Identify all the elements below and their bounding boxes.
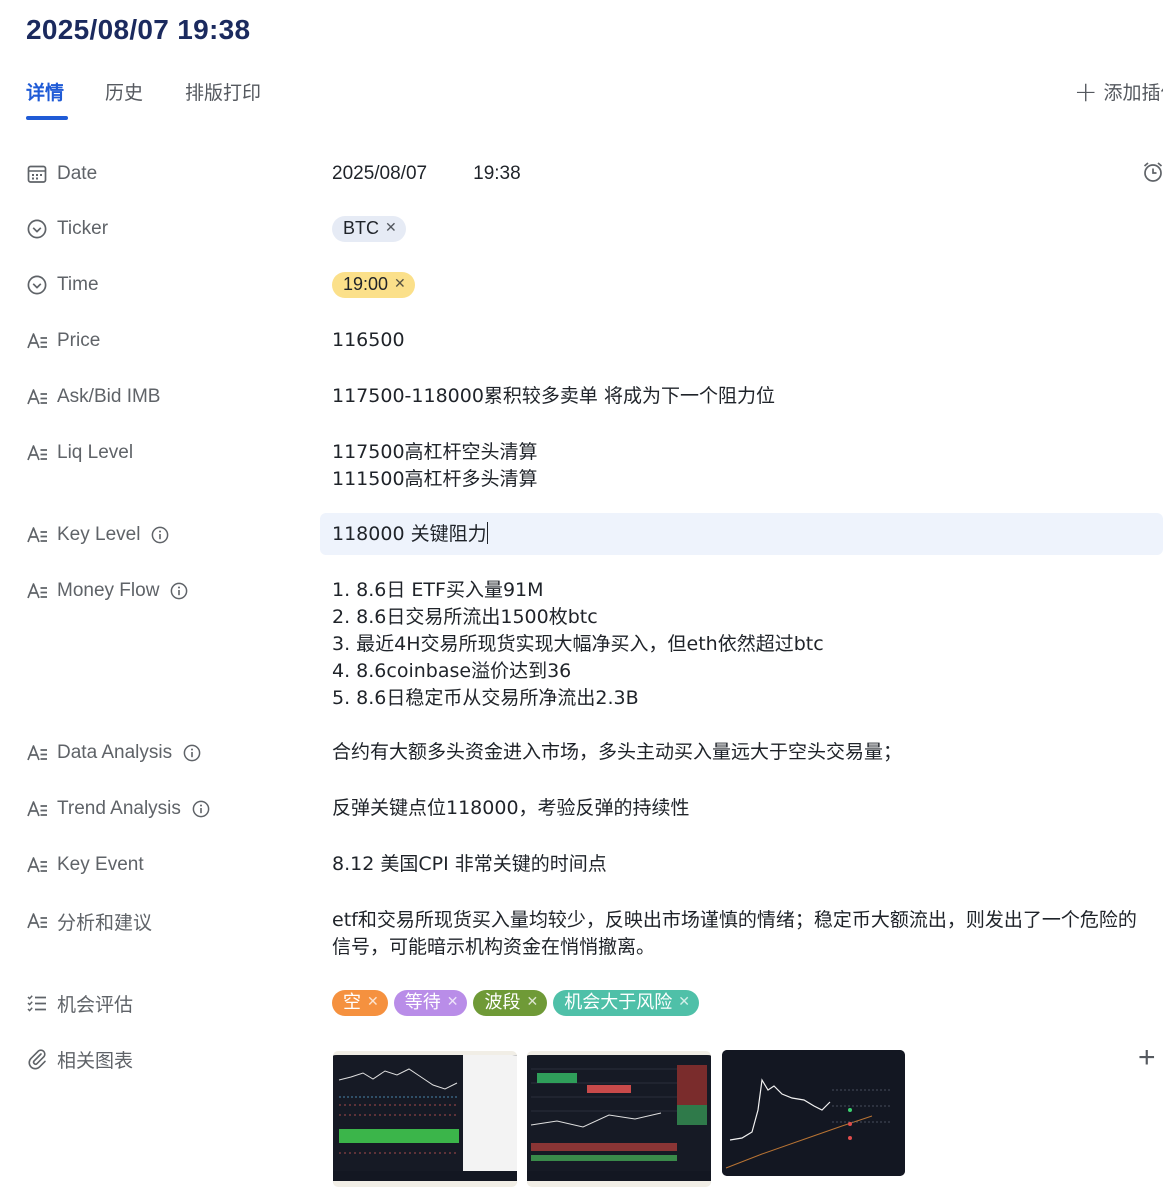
time-value[interactable]: 19:00 ✕ xyxy=(332,271,421,298)
field-label: Date xyxy=(57,163,98,184)
plus-icon: + xyxy=(1074,74,1098,108)
info-icon[interactable] xyxy=(192,800,210,818)
info-icon[interactable] xyxy=(183,744,201,762)
text-field-icon xyxy=(26,854,48,876)
remove-icon[interactable]: ✕ xyxy=(678,989,690,1016)
text-field-icon xyxy=(26,524,48,546)
date-value[interactable]: 2025/08/07 19:38 xyxy=(332,160,521,187)
add-plugin-button[interactable]: + 添加插件 xyxy=(1074,74,1163,108)
tab-print-layout[interactable]: 排版打印 xyxy=(185,78,261,105)
remove-icon[interactable]: ✕ xyxy=(447,989,459,1016)
remove-icon[interactable]: ✕ xyxy=(526,989,538,1016)
field-label: Ticker xyxy=(57,218,109,239)
tag-time[interactable]: 19:00 ✕ xyxy=(332,271,415,298)
field-label: Key Event xyxy=(57,854,144,875)
info-icon[interactable] xyxy=(170,582,188,600)
page-title: 2025/08/07 19:38 xyxy=(26,14,251,45)
trend-analysis-value[interactable]: 反弹关键点位118000，考验反弹的持续性 xyxy=(332,795,690,822)
add-plugin-label: 添加插件 xyxy=(1103,82,1163,104)
text-field-icon xyxy=(26,910,48,932)
remove-icon[interactable]: ✕ xyxy=(385,215,397,242)
chart-thumbnail-1[interactable] xyxy=(333,1051,517,1187)
key-event-value[interactable]: 8.12 美国CPI 非常关键的时间点 xyxy=(332,851,607,878)
price-value[interactable]: 116500 xyxy=(332,327,405,354)
list-item: 5. 8.6日稳定币从交易所净流出2.3B xyxy=(332,687,639,709)
field-label: 机会评估 xyxy=(57,993,134,1016)
liq-line: 117500高杠杆空头清算 xyxy=(332,441,538,463)
tag-text: 等待 xyxy=(404,992,441,1013)
tab-details[interactable]: 详情 xyxy=(26,78,69,120)
tab-history[interactable]: 历史 xyxy=(105,78,143,105)
advice-value[interactable]: etf和交易所现货买入量均较少，反映出市场谨慎的情绪；稳定币大额流出，则发出了一… xyxy=(332,907,1147,961)
list-item: 2. 8.6日交易所流出1500枚btc xyxy=(332,606,598,628)
key-level-input[interactable]: 118000 关键阻力 xyxy=(320,513,1163,555)
key-level-text: 118000 关键阻力 xyxy=(332,523,487,545)
field-label: Ask/Bid IMB xyxy=(57,386,161,407)
tag-text: BTC xyxy=(343,218,379,238)
field-label: 分析和建议 xyxy=(57,911,153,934)
field-label: Key Level xyxy=(57,524,141,545)
single-select-icon xyxy=(26,274,48,296)
data-analysis-value[interactable]: 合约有大额多头资金进入市场，多头主动买入量远大于空头交易量； xyxy=(332,739,902,766)
list-item: 4. 8.6coinbase溢价达到36 xyxy=(332,660,572,682)
text-field-icon xyxy=(26,798,48,820)
tag-text: 机会大于风险 xyxy=(564,992,673,1013)
tag-text: 空 xyxy=(343,992,361,1013)
info-icon[interactable] xyxy=(151,526,169,544)
calendar-icon xyxy=(27,165,47,183)
text-field-icon xyxy=(26,442,48,464)
field-label: Data Analysis xyxy=(57,742,173,763)
chart-thumbnail-2[interactable] xyxy=(527,1051,711,1187)
multi-select-icon xyxy=(27,995,46,1012)
alarm-clock-icon[interactable] xyxy=(1142,161,1163,183)
money-flow-value[interactable]: 1. 8.6日 ETF买入量91M 2. 8.6日交易所流出1500枚btc 3… xyxy=(332,577,824,712)
single-select-icon xyxy=(26,218,48,240)
paperclip-icon xyxy=(28,1049,46,1070)
chart-thumbnail-3[interactable] xyxy=(722,1050,905,1176)
tag-btc[interactable]: BTC ✕ xyxy=(332,215,406,242)
text-field-icon xyxy=(26,386,48,408)
tag-short[interactable]: 空 ✕ xyxy=(332,989,388,1016)
tag-text: 波段 xyxy=(484,992,521,1013)
date-text: 2025/08/07 xyxy=(332,163,428,184)
field-label: Trend Analysis xyxy=(57,798,181,819)
text-caret xyxy=(486,522,488,544)
tag-swing[interactable]: 波段 ✕ xyxy=(473,989,548,1016)
field-label: Liq Level xyxy=(57,442,134,463)
list-item: 1. 8.6日 ETF买入量91M xyxy=(332,579,544,601)
tag-opportunity[interactable]: 机会大于风险 ✕ xyxy=(553,989,699,1016)
list-item: 3. 最近4H交易所现货实现大幅净买入，但eth依然超过btc xyxy=(332,633,824,655)
ticker-value[interactable]: BTC ✕ xyxy=(332,215,412,242)
field-label: Price xyxy=(57,330,101,351)
text-field-icon xyxy=(26,330,48,352)
ask-bid-value[interactable]: 117500-118000累积较多卖单 将成为下一个阻力位 xyxy=(332,383,775,410)
opportunity-tags[interactable]: 空 ✕ 等待 ✕ 波段 ✕ 机会大于风险 ✕ xyxy=(332,989,705,1016)
remove-icon[interactable]: ✕ xyxy=(367,989,379,1016)
field-label: Money Flow xyxy=(57,580,160,601)
liq-level-value[interactable]: 117500高杠杆空头清算 111500高杠杆多头清算 xyxy=(332,439,538,493)
liq-line: 111500高杠杆多头清算 xyxy=(332,468,538,490)
text-field-icon xyxy=(26,742,48,764)
tag-wait[interactable]: 等待 ✕ xyxy=(393,989,468,1016)
remove-icon[interactable]: ✕ xyxy=(394,271,406,298)
text-field-icon xyxy=(26,580,48,602)
time-text: 19:38 xyxy=(473,163,521,184)
tag-text: 19:00 xyxy=(343,274,389,294)
field-label: Time xyxy=(57,274,99,295)
add-attachment-button[interactable]: + xyxy=(1138,1041,1156,1075)
field-label: 相关图表 xyxy=(57,1049,134,1072)
